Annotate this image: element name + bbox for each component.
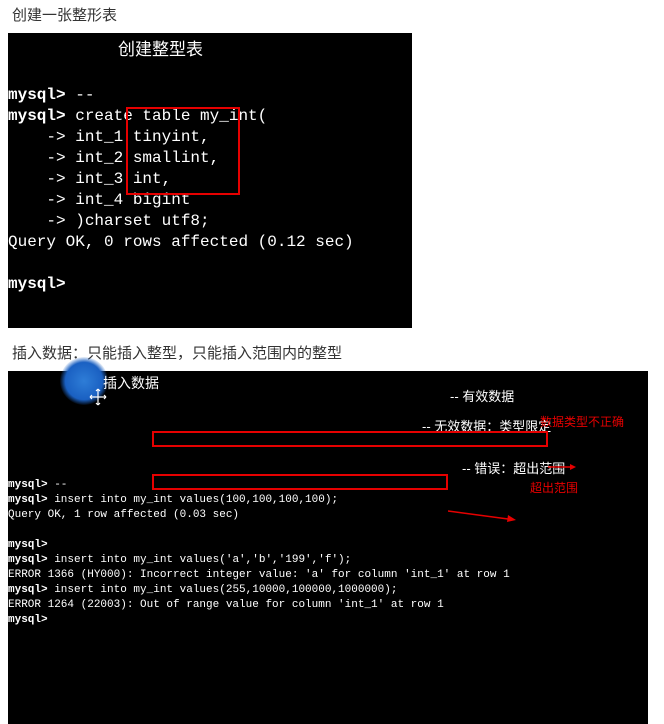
sql-text: -> int_1 tinyint, <box>8 128 210 146</box>
sql-text: insert into my_int values(255,10000,1000… <box>48 584 398 596</box>
prompt: mysql> <box>8 479 48 491</box>
sql-text: insert into my_int values(100,100,100,10… <box>48 494 338 506</box>
sql-text: -> int_2 smallint, <box>8 149 219 167</box>
comment-insert-data: 插入数据 <box>103 376 159 391</box>
comment-valid-data: -- 有效数据 <box>450 389 514 404</box>
sql-text: -> int_3 int, <box>8 170 171 188</box>
prompt: mysql> <box>8 107 66 125</box>
highlight-box-error-2 <box>152 474 448 490</box>
sql-text: -- <box>48 479 68 491</box>
sql-text: insert into my_int values('a','b','199',… <box>48 554 352 566</box>
comment-out-of-range: -- 错误：超出范围 <box>462 461 565 476</box>
error-text: ERROR 1264 (22003): Out of range value f… <box>8 599 444 611</box>
prompt: mysql> <box>8 539 48 551</box>
prompt: mysql> <box>8 275 66 293</box>
annotation-wrong-type: 数据类型不正确 <box>540 415 650 429</box>
prompt: mysql> <box>8 86 66 104</box>
arrow-icon <box>448 479 516 493</box>
result-text: Query OK, 0 rows affected (0.12 sec) <box>8 233 354 251</box>
comment-invalid-type: -- 无效数据：类型限定 <box>422 419 551 434</box>
result-text: Query OK, 1 row affected (0.03 sec) <box>8 509 239 521</box>
section-heading-1: 创建一张整形表 <box>0 0 664 33</box>
move-cursor-icon <box>76 373 94 391</box>
annotation-out-of-range: 超出范围 <box>530 481 620 495</box>
prompt: mysql> <box>8 494 48 506</box>
prompt: mysql> <box>8 584 48 596</box>
error-text: ERROR 1366 (HY000): Incorrect integer va… <box>8 569 510 581</box>
prompt: mysql> <box>8 554 48 566</box>
sql-text: -- <box>66 86 95 104</box>
prompt: mysql> <box>8 614 48 626</box>
arrow-icon <box>548 434 576 440</box>
terminal-insert-data: 插入数据 -- 有效数据 -- 无效数据：类型限定 -- 错误：超出范围 mys… <box>8 371 648 724</box>
sql-text: create table my_int( <box>66 107 268 125</box>
section-heading-2: 插入数据：只能插入整型，只能插入范围内的整型 <box>0 338 664 371</box>
comment-create-int-table: 创建整型表 <box>118 39 203 60</box>
terminal-create-table: 创建整型表 mysql> -- mysql> create table my_i… <box>8 33 412 328</box>
sql-text: -> )charset utf8; <box>8 212 210 230</box>
sql-text: -> int_4 bigint <box>8 191 190 209</box>
